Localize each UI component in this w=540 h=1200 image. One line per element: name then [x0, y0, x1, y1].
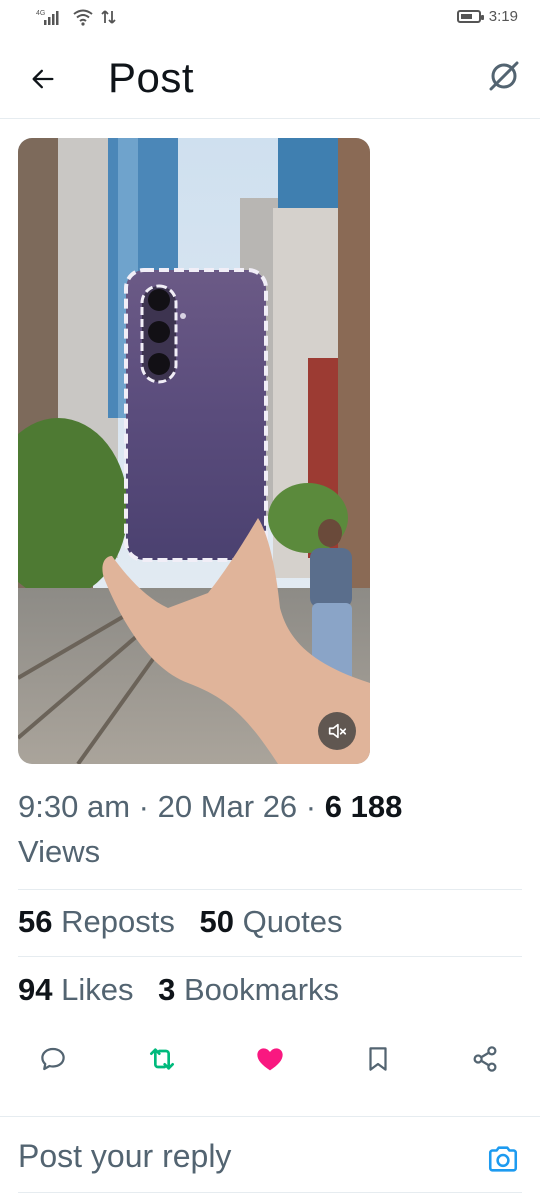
reply-button[interactable] [36, 1042, 70, 1076]
grok-icon [489, 61, 519, 91]
quotes-link[interactable]: 50 Quotes [199, 904, 342, 939]
reposts-label: Reposts [61, 904, 175, 939]
speaker-muted-icon [328, 723, 347, 739]
heart-icon [257, 1048, 283, 1071]
reposts-link[interactable]: 56 Reposts [18, 904, 175, 939]
bookmark-icon [369, 1047, 387, 1071]
bookmarks-label: Bookmarks [183, 972, 340, 1007]
page-title: Post [108, 54, 195, 101]
action-bar [0, 1034, 540, 1084]
quotes-count: 50 [199, 904, 234, 939]
meta-separator: · [138, 789, 149, 824]
grok-button[interactable] [484, 56, 524, 96]
likes-count: 94 [18, 972, 53, 1007]
wifi-icon [73, 9, 93, 26]
divider [18, 889, 522, 890]
mute-button[interactable] [318, 712, 356, 750]
meta-separator: · [305, 789, 317, 824]
battery-icon [456, 10, 484, 23]
reply-input[interactable]: Post your reply [18, 1138, 231, 1175]
bookmark-button[interactable] [361, 1042, 395, 1076]
divider [18, 956, 522, 957]
post-date: 20 Mar 26 [157, 789, 298, 824]
network-type-label: 4G [36, 10, 45, 17]
repost-quote-stats: 56 Reposts 50 Quotes [18, 904, 343, 940]
post-video[interactable] [18, 138, 370, 764]
reposts-count: 56 [18, 904, 53, 939]
like-button[interactable] [253, 1042, 287, 1076]
status-time: 3:19 [488, 8, 518, 25]
repost-icon [150, 1048, 174, 1070]
repost-button[interactable] [145, 1042, 179, 1076]
status-icons-left: 4G [36, 8, 118, 26]
bookmarks-count: 3 [158, 972, 176, 1007]
camera-button[interactable] [486, 1142, 520, 1176]
post-meta: 9:30 am · 20 Mar 26 · 6 188 Views [18, 784, 518, 874]
post-time: 9:30 am [18, 789, 131, 824]
video-thumbnail [18, 138, 370, 764]
views-label: Views [18, 834, 101, 869]
share-button[interactable] [468, 1042, 502, 1076]
views-count: 6 188 [324, 789, 403, 824]
cellular-signal-icon: 4G [36, 10, 59, 25]
share-icon [473, 1046, 497, 1072]
likes-label: Likes [61, 972, 134, 1007]
data-transfer-icon [101, 10, 116, 24]
bookmarks-link[interactable]: 3 Bookmarks [158, 972, 339, 1007]
arrow-left-icon [32, 69, 54, 89]
like-bookmark-stats: 94 Likes 3 Bookmarks [18, 972, 339, 1008]
likes-link[interactable]: 94 Likes [18, 972, 133, 1007]
status-bar: 4G 3:19 [0, 0, 540, 36]
quotes-label: Quotes [242, 904, 343, 939]
reply-icon [41, 1047, 65, 1071]
camera-icon [488, 1146, 518, 1172]
divider [18, 1192, 522, 1193]
divider [0, 1116, 540, 1117]
back-button[interactable] [26, 62, 60, 96]
status-icons-right: 3:19 [456, 8, 518, 25]
top-app-bar: Post [0, 40, 540, 119]
